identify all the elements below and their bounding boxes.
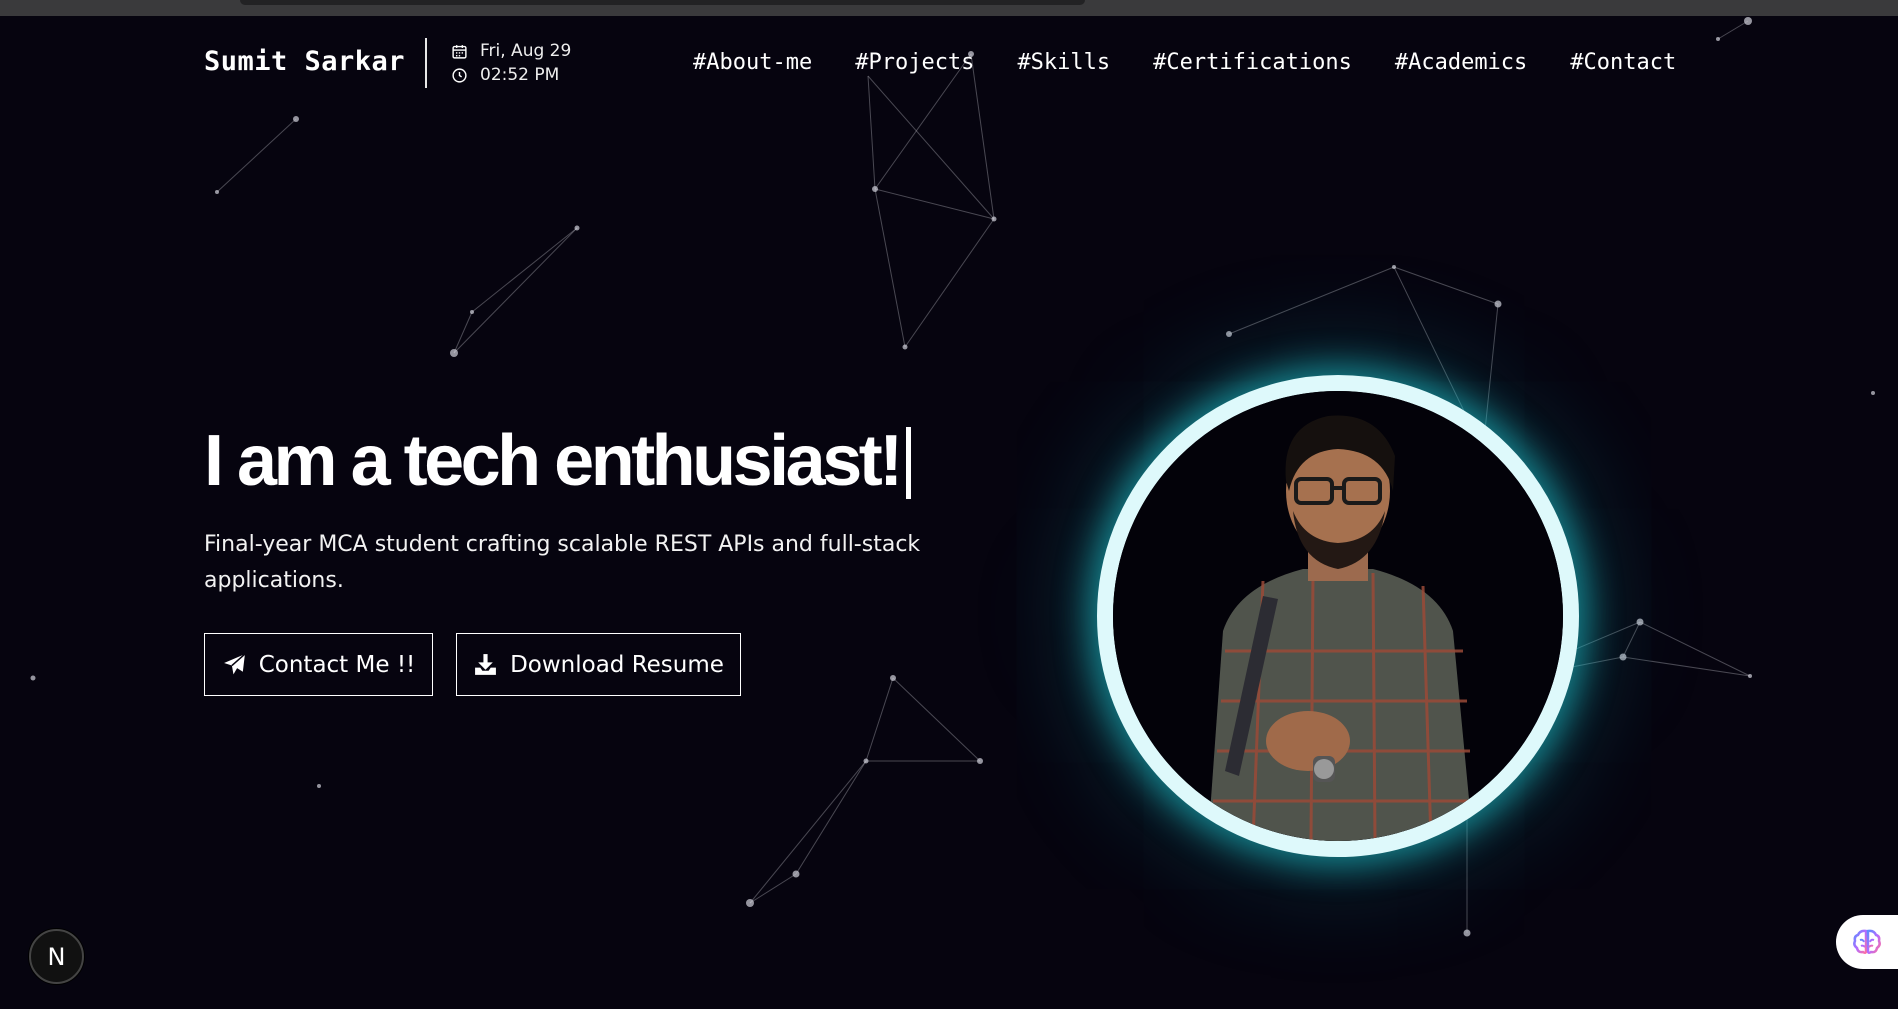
next-badge-letter: N <box>47 942 66 971</box>
browser-tab-strip <box>240 0 1085 5</box>
contact-me-label: Contact Me !! <box>258 651 416 678</box>
download-resume-label: Download Resume <box>510 651 724 678</box>
nextjs-dev-badge[interactable]: N <box>29 929 84 984</box>
time-text: 02:52 PM <box>480 65 560 85</box>
calendar-icon <box>452 44 467 59</box>
typing-cursor <box>905 427 911 499</box>
header-divider <box>425 38 427 88</box>
download-resume-button[interactable]: Download Resume <box>456 633 741 696</box>
profile-photo-illustration <box>1113 391 1563 841</box>
nav-link-contact[interactable]: #Contact <box>1570 50 1676 75</box>
site-header: Sumit Sarkar Fri, Aug 29 02:52 PM #About… <box>0 16 1898 112</box>
hero-subtitle: Final-year MCA student crafting scalable… <box>204 532 921 593</box>
nav-link-academics[interactable]: #Academics <box>1395 50 1527 75</box>
date-display: Fri, Aug 29 <box>451 41 571 61</box>
nav-link-about-me[interactable]: #About-me <box>693 50 812 75</box>
hero-headline-text: I am a tech enthusiast! <box>204 421 903 501</box>
brain-icon <box>1853 929 1881 955</box>
main-nav: #About-me #Projects #Skills #Certificati… <box>693 50 1719 75</box>
clock-icon <box>452 67 467 83</box>
profile-photo <box>1097 375 1579 857</box>
brand-name[interactable]: Sumit Sarkar <box>204 46 405 77</box>
nav-link-projects[interactable]: #Projects <box>855 50 974 75</box>
browser-top-bar <box>0 0 1898 16</box>
particle-network-background <box>30 17 1875 937</box>
contact-me-button[interactable]: Contact Me !! <box>204 633 433 696</box>
hero-headline: I am a tech enthusiast! <box>204 420 911 502</box>
time-display: 02:52 PM <box>451 65 559 85</box>
chatbot-launcher[interactable] <box>1836 915 1898 969</box>
download-icon <box>475 654 496 675</box>
nav-link-certifications[interactable]: #Certifications <box>1153 50 1352 75</box>
paper-plane-icon <box>223 653 246 675</box>
date-text: Fri, Aug 29 <box>480 41 572 61</box>
nav-link-skills[interactable]: #Skills <box>1017 50 1110 75</box>
